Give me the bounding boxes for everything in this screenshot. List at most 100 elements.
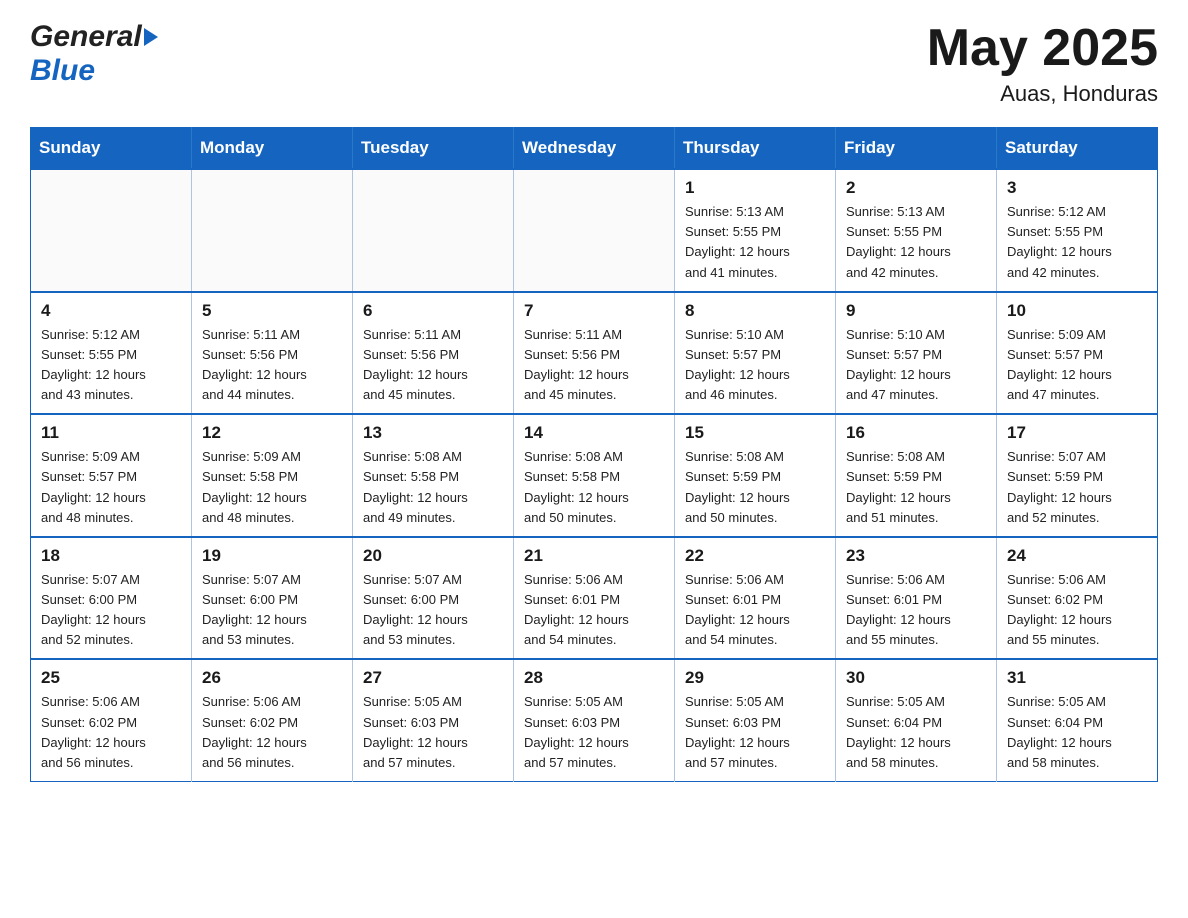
day-info: Sunrise: 5:06 AMSunset: 6:01 PMDaylight:… [846, 570, 986, 651]
day-info: Sunrise: 5:09 AMSunset: 5:57 PMDaylight:… [1007, 325, 1147, 406]
calendar-cell: 4 Sunrise: 5:12 AMSunset: 5:55 PMDaylight… [31, 292, 192, 415]
day-info: Sunrise: 5:06 AMSunset: 6:01 PMDaylight:… [524, 570, 664, 651]
calendar-cell: 26 Sunrise: 5:06 AMSunset: 6:02 PMDayligh… [192, 659, 353, 781]
calendar-week-row: 18Sunrise: 5:07 AMSunset: 6:00 PMDayligh… [31, 537, 1158, 660]
day-number: 2 [846, 178, 986, 198]
day-number: 19 [202, 546, 342, 566]
day-of-week-header: Saturday [997, 128, 1158, 170]
day-info: Sunrise: 5:13 AMSunset: 5:55 PMDaylight:… [846, 202, 986, 283]
calendar-cell: 31 Sunrise: 5:05 AMSunset: 6:04 PMDayligh… [997, 659, 1158, 781]
day-number: 4 [41, 301, 181, 321]
day-of-week-header: Sunday [31, 128, 192, 170]
calendar-cell: 7Sunrise: 5:11 AMSunset: 5:56 PMDaylight… [514, 292, 675, 415]
day-info: Sunrise: 5:08 AMSunset: 5:59 PMDaylight:… [685, 447, 825, 528]
day-number: 24 [1007, 546, 1147, 566]
calendar-cell: 20Sunrise: 5:07 AMSunset: 6:00 PMDayligh… [353, 537, 514, 660]
day-of-week-header: Tuesday [353, 128, 514, 170]
calendar-cell: 13 Sunrise: 5:08 AMSunset: 5:58 PMDayligh… [353, 414, 514, 537]
calendar-cell: 29 Sunrise: 5:05 AMSunset: 6:03 PMDayligh… [675, 659, 836, 781]
day-info: Sunrise: 5:11 AMSunset: 5:56 PMDaylight:… [524, 325, 664, 406]
day-number: 12 [202, 423, 342, 443]
calendar-cell: 11Sunrise: 5:09 AMSunset: 5:57 PMDayligh… [31, 414, 192, 537]
day-info: Sunrise: 5:05 AMSunset: 6:03 PMDaylight:… [524, 692, 664, 773]
day-info: Sunrise: 5:06 AMSunset: 6:02 PMDaylight:… [1007, 570, 1147, 651]
location-title: Auas, Honduras [927, 81, 1158, 107]
day-number: 16 [846, 423, 986, 443]
calendar-cell: 12Sunrise: 5:09 AMSunset: 5:58 PMDayligh… [192, 414, 353, 537]
day-number: 9 [846, 301, 986, 321]
logo: General Blue [30, 20, 158, 88]
day-of-week-header: Thursday [675, 128, 836, 170]
day-info: Sunrise: 5:06 AMSunset: 6:02 PMDaylight:… [202, 692, 342, 773]
logo-blue-text: Blue [30, 54, 95, 87]
day-number: 26 [202, 668, 342, 688]
day-info: Sunrise: 5:12 AMSunset: 5:55 PMDaylight:… [41, 325, 181, 406]
calendar-cell [192, 169, 353, 292]
day-number: 5 [202, 301, 342, 321]
calendar-cell: 5 Sunrise: 5:11 AMSunset: 5:56 PMDaylight… [192, 292, 353, 415]
month-title: May 2025 [927, 20, 1158, 77]
day-info: Sunrise: 5:08 AMSunset: 5:58 PMDaylight:… [524, 447, 664, 528]
day-number: 21 [524, 546, 664, 566]
day-info: Sunrise: 5:07 AMSunset: 6:00 PMDaylight:… [202, 570, 342, 651]
day-number: 10 [1007, 301, 1147, 321]
calendar-cell: 21 Sunrise: 5:06 AMSunset: 6:01 PMDayligh… [514, 537, 675, 660]
day-number: 23 [846, 546, 986, 566]
day-number: 11 [41, 423, 181, 443]
logo-area: General Blue [30, 20, 158, 88]
calendar-cell: 6 Sunrise: 5:11 AMSunset: 5:56 PMDaylight… [353, 292, 514, 415]
calendar-table: SundayMondayTuesdayWednesdayThursdayFrid… [30, 127, 1158, 782]
day-of-week-header: Wednesday [514, 128, 675, 170]
calendar-week-row: 25 Sunrise: 5:06 AMSunset: 6:02 PMDayligh… [31, 659, 1158, 781]
day-info: Sunrise: 5:11 AMSunset: 5:56 PMDaylight:… [202, 325, 342, 406]
day-info: Sunrise: 5:07 AMSunset: 6:00 PMDaylight:… [363, 570, 503, 651]
calendar-cell: 17 Sunrise: 5:07 AMSunset: 5:59 PMDayligh… [997, 414, 1158, 537]
day-info: Sunrise: 5:05 AMSunset: 6:04 PMDaylight:… [1007, 692, 1147, 773]
calendar-cell: 8Sunrise: 5:10 AMSunset: 5:57 PMDaylight… [675, 292, 836, 415]
title-area: May 2025 Auas, Honduras [927, 20, 1158, 107]
day-number: 22 [685, 546, 825, 566]
day-number: 17 [1007, 423, 1147, 443]
day-info: Sunrise: 5:08 AMSunset: 5:59 PMDaylight:… [846, 447, 986, 528]
day-of-week-header: Friday [836, 128, 997, 170]
day-number: 27 [363, 668, 503, 688]
day-number: 30 [846, 668, 986, 688]
calendar-header-row: SundayMondayTuesdayWednesdayThursdayFrid… [31, 128, 1158, 170]
day-info: Sunrise: 5:06 AMSunset: 6:01 PMDaylight:… [685, 570, 825, 651]
calendar-cell [353, 169, 514, 292]
calendar-cell [514, 169, 675, 292]
day-info: Sunrise: 5:10 AMSunset: 5:57 PMDaylight:… [846, 325, 986, 406]
day-number: 31 [1007, 668, 1147, 688]
day-number: 29 [685, 668, 825, 688]
calendar-cell: 25Sunrise: 5:06 AMSunset: 6:02 PMDayligh… [31, 659, 192, 781]
logo-general-text: General [30, 20, 142, 54]
calendar-cell: 1Sunrise: 5:13 AMSunset: 5:55 PMDaylight… [675, 169, 836, 292]
day-info: Sunrise: 5:05 AMSunset: 6:03 PMDaylight:… [363, 692, 503, 773]
calendar-cell: 24 Sunrise: 5:06 AMSunset: 6:02 PMDayligh… [997, 537, 1158, 660]
day-info: Sunrise: 5:05 AMSunset: 6:03 PMDaylight:… [685, 692, 825, 773]
day-number: 6 [363, 301, 503, 321]
calendar-cell: 15Sunrise: 5:08 AMSunset: 5:59 PMDayligh… [675, 414, 836, 537]
calendar-cell: 27 Sunrise: 5:05 AMSunset: 6:03 PMDayligh… [353, 659, 514, 781]
calendar-cell: 18Sunrise: 5:07 AMSunset: 6:00 PMDayligh… [31, 537, 192, 660]
day-info: Sunrise: 5:13 AMSunset: 5:55 PMDaylight:… [685, 202, 825, 283]
calendar-cell: 9 Sunrise: 5:10 AMSunset: 5:57 PMDaylight… [836, 292, 997, 415]
calendar-week-row: 4 Sunrise: 5:12 AMSunset: 5:55 PMDaylight… [31, 292, 1158, 415]
calendar-cell: 10 Sunrise: 5:09 AMSunset: 5:57 PMDayligh… [997, 292, 1158, 415]
calendar-cell: 28Sunrise: 5:05 AMSunset: 6:03 PMDayligh… [514, 659, 675, 781]
calendar-week-row: 1Sunrise: 5:13 AMSunset: 5:55 PMDaylight… [31, 169, 1158, 292]
day-info: Sunrise: 5:07 AMSunset: 5:59 PMDaylight:… [1007, 447, 1147, 528]
logo-triangle-icon [144, 28, 158, 46]
day-number: 8 [685, 301, 825, 321]
day-number: 13 [363, 423, 503, 443]
day-number: 25 [41, 668, 181, 688]
day-info: Sunrise: 5:07 AMSunset: 6:00 PMDaylight:… [41, 570, 181, 651]
calendar-cell: 3Sunrise: 5:12 AMSunset: 5:55 PMDaylight… [997, 169, 1158, 292]
calendar-cell [31, 169, 192, 292]
day-info: Sunrise: 5:05 AMSunset: 6:04 PMDaylight:… [846, 692, 986, 773]
day-number: 14 [524, 423, 664, 443]
day-info: Sunrise: 5:11 AMSunset: 5:56 PMDaylight:… [363, 325, 503, 406]
day-info: Sunrise: 5:08 AMSunset: 5:58 PMDaylight:… [363, 447, 503, 528]
calendar-cell: 30 Sunrise: 5:05 AMSunset: 6:04 PMDayligh… [836, 659, 997, 781]
day-info: Sunrise: 5:12 AMSunset: 5:55 PMDaylight:… [1007, 202, 1147, 283]
